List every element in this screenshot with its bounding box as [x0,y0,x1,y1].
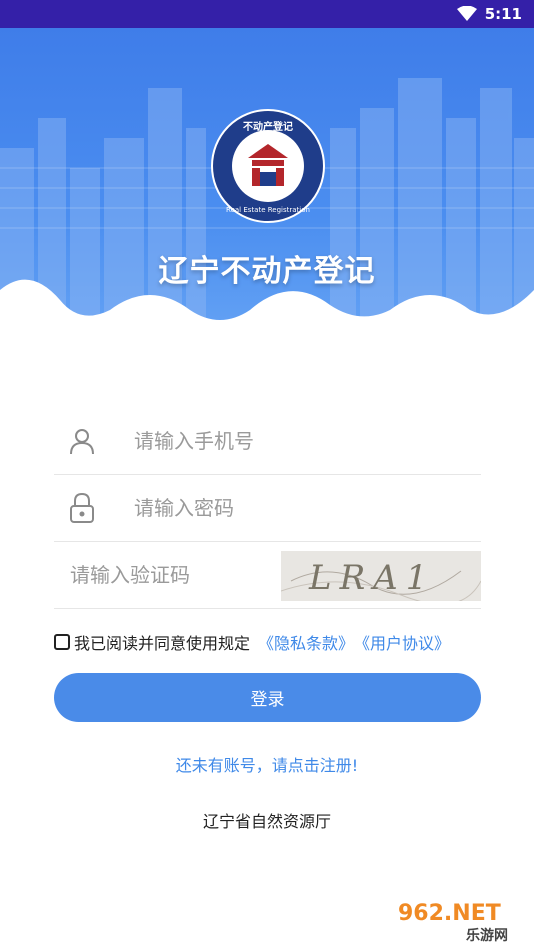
login-button[interactable]: 登录 [54,673,481,722]
agree-checkbox[interactable] [54,634,70,650]
logo-bottom-text: Real Estate Registration [226,206,310,214]
privacy-link[interactable]: 《隐私条款》 [258,630,354,654]
captcha-text: LRA1 [308,558,435,598]
status-time: 5:11 [484,5,522,23]
logo-top-text: 不动产登记 [243,120,293,133]
captcha-input[interactable] [68,554,262,596]
captcha-row: LRA1 [54,542,481,609]
cloud-divider [0,279,534,380]
password-row [54,475,481,542]
captcha-image[interactable]: LRA1 [281,551,481,601]
agreement-row: 我已阅读并同意使用规定 《隐私条款》 《用户协议》 [54,630,450,654]
login-form: LRA1 [54,408,481,609]
wifi-icon [456,6,477,21]
lock-icon [70,492,94,523]
watermark-brand: 962.NET [398,901,501,926]
password-input[interactable] [132,487,456,529]
status-bar: 5:11 [0,0,534,28]
user-agreement-link[interactable]: 《用户协议》 [354,630,450,654]
user-icon [70,429,94,455]
phone-row [54,408,481,475]
watermark-sub: 乐游网 [466,927,508,944]
footer-organization: 辽宁省自然资源厅 [202,812,331,831]
real-estate-registration-logo: 不动产登记 Real Estate Registration [211,109,325,223]
register-link[interactable]: 还未有账号，请点击注册! [0,752,534,776]
phone-input[interactable] [132,420,456,462]
agreement-label: 我已阅读并同意使用规定 [74,634,251,653]
site-watermark: 962.NET 乐游网 [398,901,508,944]
